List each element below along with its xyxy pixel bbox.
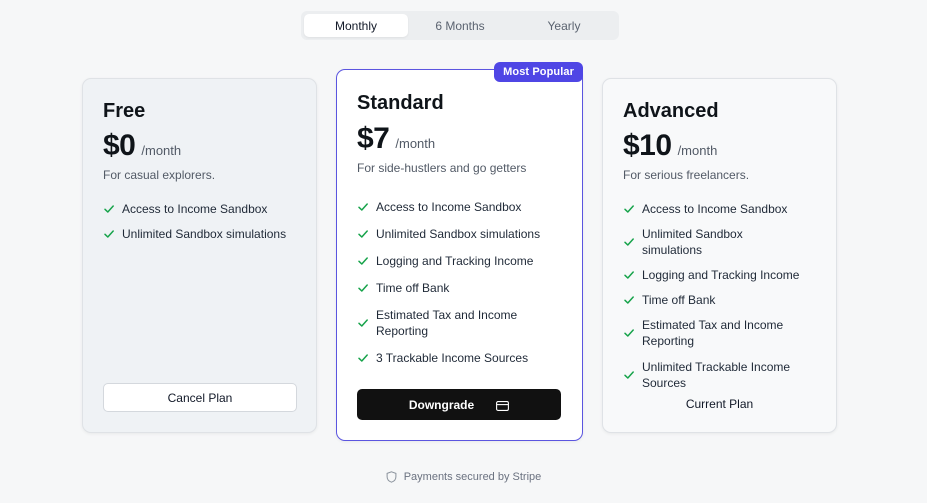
price-row: $10 /month [623, 129, 717, 163]
feature-item: Logging and Tracking Income [623, 267, 802, 283]
cancel-plan-button[interactable]: Cancel Plan [103, 383, 297, 412]
feature-text: Estimated Tax and Income Reporting [642, 318, 784, 348]
check-icon [357, 317, 369, 329]
feature-text: Estimated Tax and Income Reporting [376, 308, 518, 338]
feature-text: Access to Income Sandbox [376, 200, 522, 214]
check-icon [103, 203, 115, 215]
plan-name: Advanced [623, 100, 719, 122]
shield-icon [386, 471, 397, 483]
check-icon [357, 201, 369, 213]
feature-text: Access to Income Sandbox [122, 202, 268, 216]
feature-text: Unlimited Trackable Income Sources [642, 360, 791, 390]
feature-text: 3 Trackable Income Sources [376, 351, 529, 365]
check-icon [623, 269, 635, 281]
plan-tagline: For serious freelancers. [623, 168, 750, 182]
feature-item: Unlimited Sandbox simulations [103, 226, 286, 242]
feature-item: Access to Income Sandbox [357, 199, 541, 215]
feature-item: Estimated Tax and Income Reporting [623, 317, 802, 349]
plan-tagline: For casual explorers. [103, 168, 216, 182]
plan-tagline: For side-hustlers and go getters [357, 161, 527, 175]
check-icon [357, 352, 369, 364]
feature-item: Estimated Tax and Income Reporting [357, 307, 541, 339]
check-icon [357, 255, 369, 267]
pricing-page: Monthly 6 Months Yearly Free $0 /month F… [0, 0, 927, 503]
check-icon [103, 228, 115, 240]
price-row: $0 /month [103, 129, 181, 163]
feature-item: Time off Bank [623, 292, 802, 308]
feature-item: Time off Bank [357, 280, 541, 296]
plan-price: $7 [357, 122, 390, 155]
check-icon [623, 327, 635, 339]
price-period: /month [395, 136, 436, 151]
downgrade-button-label: Downgrade [408, 397, 475, 412]
feature-list: Access to Income Sandbox Unlimited Sandb… [623, 201, 802, 401]
feature-item: Unlimited Sandbox simulations [623, 226, 802, 258]
feature-item: Unlimited Sandbox simulations [357, 226, 541, 242]
feature-item: Access to Income Sandbox [623, 201, 802, 217]
price-row: $7 /month [357, 122, 435, 156]
payment-security-note: Payments secured by Stripe [0, 471, 927, 483]
plan-price: $0 [103, 129, 136, 162]
check-icon [623, 294, 635, 306]
plan-card-advanced: Advanced $10 /month For serious freelanc… [602, 78, 837, 433]
plan-card-free: Free $0 /month For casual explorers. Acc… [82, 78, 317, 433]
check-icon [357, 228, 369, 240]
secure-text: Payments secured by Stripe [403, 471, 542, 483]
plan-name: Standard [357, 92, 444, 114]
current-plan-label: Current Plan [685, 397, 754, 411]
billing-option-6-months[interactable]: 6 Months [408, 14, 512, 37]
feature-item: Access to Income Sandbox [103, 201, 286, 217]
billing-period-toggle: Monthly 6 Months Yearly [301, 11, 619, 40]
feature-text: Unlimited Sandbox simulations [122, 227, 287, 241]
feature-list: Access to Income Sandbox Unlimited Sandb… [103, 201, 286, 251]
check-icon [623, 203, 635, 215]
feature-item: Unlimited Trackable Income Sources [623, 359, 802, 391]
credit-card-icon [496, 400, 510, 411]
check-icon [623, 369, 635, 381]
feature-text: Time off Bank [642, 293, 716, 307]
check-icon [623, 236, 635, 248]
feature-item: Logging and Tracking Income [357, 253, 541, 269]
feature-list: Access to Income Sandbox Unlimited Sandb… [357, 199, 541, 377]
plan-card-standard: Most Popular Standard $7 /month For side… [336, 62, 583, 441]
feature-text: Unlimited Sandbox simulations [376, 227, 541, 241]
plan-price: $10 [623, 129, 672, 162]
price-period: /month [141, 143, 182, 158]
plan-name: Free [103, 100, 146, 122]
check-icon [357, 282, 369, 294]
price-period: /month [677, 143, 718, 158]
feature-text: Access to Income Sandbox [642, 202, 788, 216]
downgrade-button[interactable]: Downgrade [357, 389, 561, 420]
feature-text: Unlimited Sandbox simulations [642, 227, 743, 257]
feature-item: 3 Trackable Income Sources [357, 350, 541, 366]
billing-option-monthly[interactable]: Monthly [304, 14, 408, 37]
billing-option-yearly[interactable]: Yearly [512, 14, 616, 37]
most-popular-badge: Most Popular [494, 62, 583, 82]
feature-text: Logging and Tracking Income [376, 254, 534, 268]
feature-text: Logging and Tracking Income [642, 268, 800, 282]
feature-text: Time off Bank [376, 281, 450, 295]
